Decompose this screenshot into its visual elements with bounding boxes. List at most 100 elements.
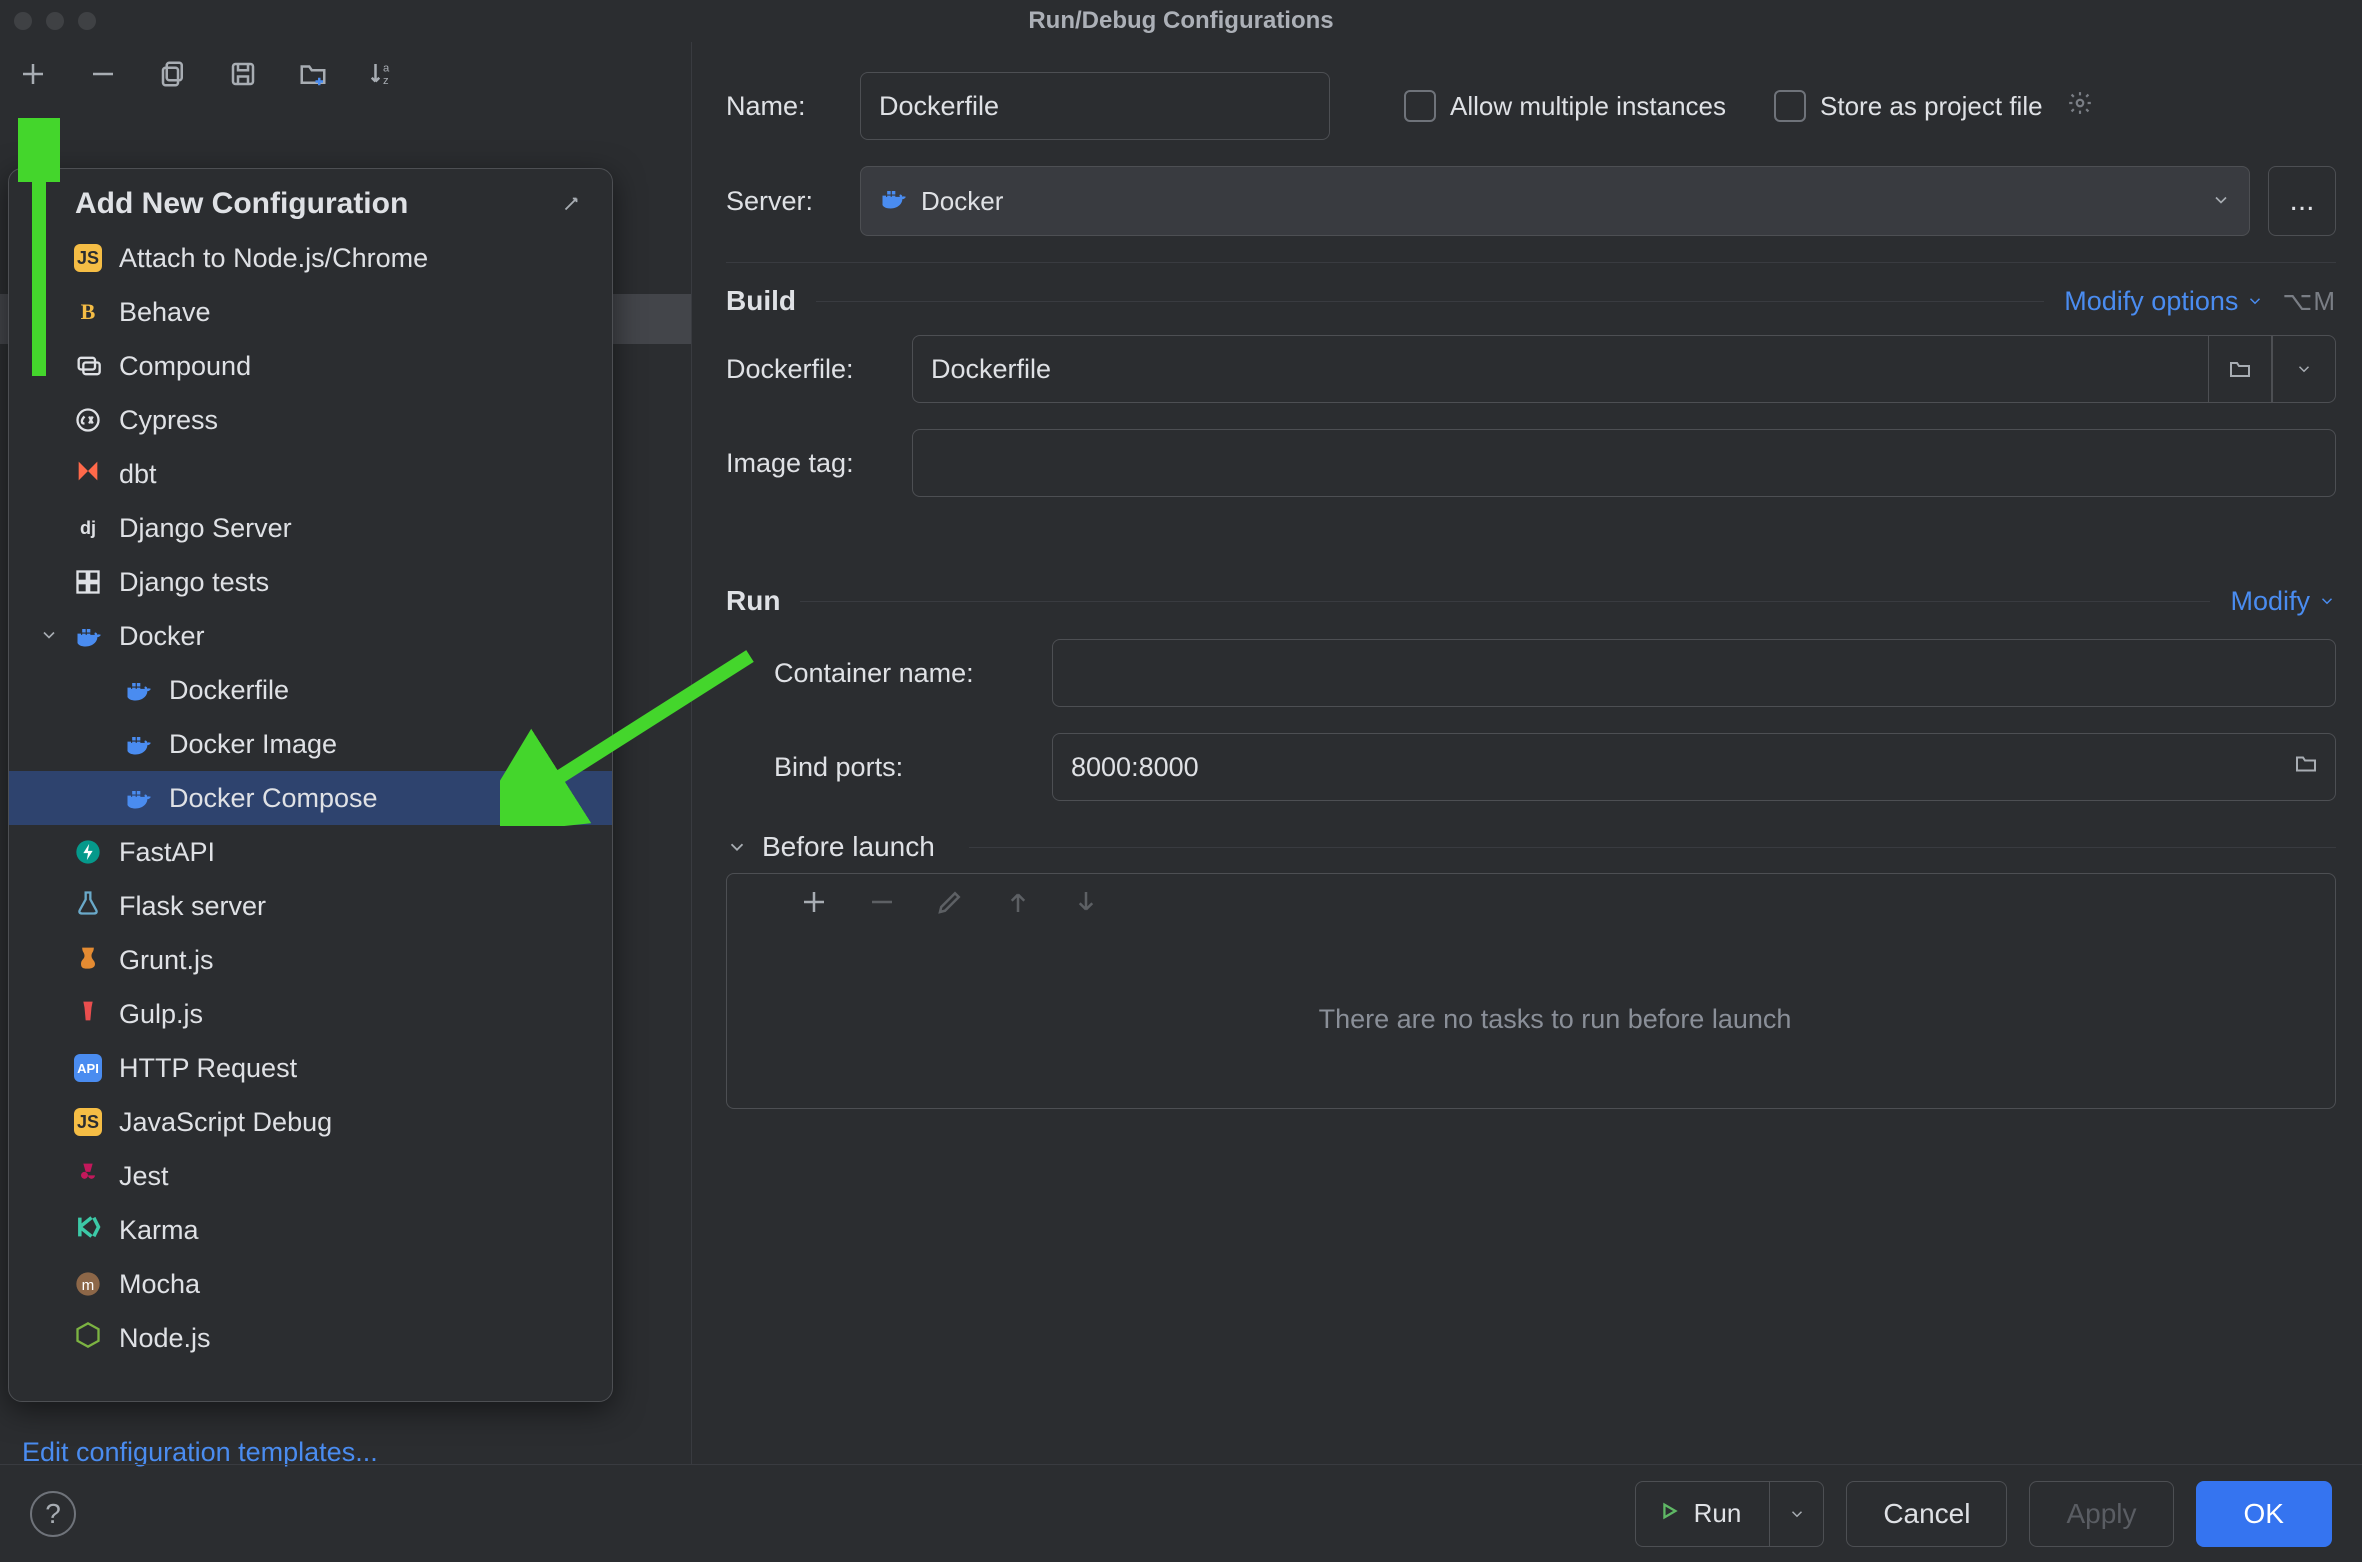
karma-icon	[73, 1215, 103, 1245]
run-title: Run	[726, 585, 780, 617]
popup-title: Add New Configuration	[75, 187, 408, 221]
cfg-item[interactable]: BBehave	[9, 285, 612, 339]
copy-config-icon[interactable]	[156, 57, 190, 91]
cfg-item-label: FastAPI	[119, 837, 215, 868]
svg-text:m: m	[82, 1277, 95, 1294]
add-configuration-popup: Add New Configuration JS Attach to Node.j…	[8, 168, 613, 1402]
svg-text:a: a	[383, 63, 390, 75]
remove-config-icon[interactable]	[86, 57, 120, 91]
form-panel: Name: Allow multiple instances Store as …	[692, 42, 2362, 1464]
cfg-item[interactable]: Django tests	[9, 555, 612, 609]
build-title: Build	[726, 285, 796, 317]
window-controls[interactable]	[14, 12, 96, 30]
cfg-item-label: Compound	[119, 351, 251, 382]
cfg-item[interactable]: Jest	[9, 1149, 612, 1203]
name-label: Name:	[726, 91, 860, 122]
cfg-item-label: Docker	[119, 621, 205, 652]
cfg-item[interactable]: Docker Compose	[9, 771, 612, 825]
cfg-item[interactable]: Cypress	[9, 393, 612, 447]
save-config-icon[interactable]	[226, 57, 260, 91]
cfg-item[interactable]: Node.js	[9, 1311, 612, 1365]
cfg-item[interactable]: JS Attach to Node.js/Chrome	[9, 231, 612, 285]
cfg-item[interactable]: Karma	[9, 1203, 612, 1257]
docker-icon	[123, 729, 153, 759]
cfg-item[interactable]: Dockerfile	[9, 663, 612, 717]
cfg-item[interactable]: Compound	[9, 339, 612, 393]
cfg-item[interactable]: Docker	[9, 609, 612, 663]
js-icon: JS	[73, 1107, 103, 1137]
zoom-window-icon[interactable]	[78, 12, 96, 30]
fastapi-icon	[73, 837, 103, 867]
image-tag-label: Image tag:	[726, 448, 912, 479]
cfg-item-label: Grunt.js	[119, 945, 214, 976]
before-launch-caret-icon[interactable]	[726, 836, 748, 858]
cfg-item[interactable]: JSJavaScript Debug	[9, 1095, 612, 1149]
cfg-item-label: Karma	[119, 1215, 199, 1246]
cfg-item[interactable]: dbt	[9, 447, 612, 501]
apply-button[interactable]: Apply	[2029, 1481, 2173, 1547]
titlebar: Run/Debug Configurations	[0, 0, 2362, 42]
before-edit-icon[interactable]	[933, 885, 967, 919]
cypress-icon	[73, 405, 103, 435]
docker-icon	[123, 783, 153, 813]
popup-list[interactable]: JS Attach to Node.js/Chrome BBehave Compoun…	[9, 231, 612, 1401]
modify-options-link[interactable]: Modify options	[2064, 286, 2264, 317]
close-window-icon[interactable]	[14, 12, 32, 30]
gear-icon[interactable]	[2067, 90, 2093, 123]
gulp-icon	[73, 999, 103, 1029]
play-icon	[1658, 1498, 1680, 1529]
cfg-item[interactable]: FastAPI	[9, 825, 612, 879]
name-input[interactable]	[860, 72, 1330, 140]
cfg-item[interactable]: Docker Image	[9, 717, 612, 771]
before-launch-title: Before launch	[762, 831, 935, 863]
run-dropdown-button[interactable]	[1770, 1481, 1824, 1547]
footer: ? Run Cancel Apply OK	[0, 1464, 2362, 1562]
cfg-item-label: HTTP Request	[119, 1053, 297, 1084]
image-tag-input[interactable]	[912, 429, 2336, 497]
bind-ports-browse-icon[interactable]	[2294, 752, 2318, 783]
dockerfile-input[interactable]	[912, 335, 2208, 403]
docker-icon	[123, 675, 153, 705]
ok-button[interactable]: OK	[2196, 1481, 2332, 1547]
before-down-icon[interactable]	[1069, 885, 1103, 919]
behave-icon: B	[73, 297, 103, 327]
cfg-item[interactable]: Gulp.js	[9, 987, 612, 1041]
before-up-icon[interactable]	[1001, 885, 1035, 919]
minimize-window-icon[interactable]	[46, 12, 64, 30]
cancel-button[interactable]: Cancel	[1846, 1481, 2007, 1547]
store-project-label: Store as project file	[1820, 91, 2043, 122]
store-project-checkbox[interactable]	[1774, 90, 1806, 122]
dockerfile-browse-icon[interactable]	[2208, 335, 2272, 403]
folder-config-icon[interactable]	[296, 57, 330, 91]
server-select[interactable]: Docker	[860, 166, 2250, 236]
cfg-item[interactable]: Flask server	[9, 879, 612, 933]
js-icon: JS	[73, 243, 103, 273]
cfg-item[interactable]: mMocha	[9, 1257, 612, 1311]
before-add-icon[interactable]	[797, 885, 831, 919]
cfg-item-label: Attach to Node.js/Chrome	[119, 243, 428, 274]
cfg-item[interactable]: djDjango Server	[9, 501, 612, 555]
sort-config-icon[interactable]: az	[366, 57, 400, 91]
before-remove-icon[interactable]	[865, 885, 899, 919]
server-more-button[interactable]: ...	[2268, 166, 2336, 236]
add-config-icon[interactable]	[16, 57, 50, 91]
cfg-item[interactable]: Grunt.js	[9, 933, 612, 987]
http-icon: API	[73, 1053, 103, 1083]
dockerfile-label: Dockerfile:	[726, 354, 912, 385]
container-name-input[interactable]	[1052, 639, 2336, 707]
server-value: Docker	[921, 186, 1003, 217]
cfg-item-label: Django tests	[119, 567, 269, 598]
window-title: Run/Debug Configurations	[0, 7, 2362, 35]
allow-multi-checkbox[interactable]	[1404, 90, 1436, 122]
dockerfile-dropdown-icon[interactable]	[2272, 335, 2336, 403]
popup-close-icon[interactable]	[552, 189, 590, 219]
modify-link[interactable]: Modify	[2230, 586, 2336, 617]
compound-icon	[73, 351, 103, 381]
cfg-item-label: Django Server	[119, 513, 292, 544]
before-launch-box: There are no tasks to run before launch	[726, 873, 2336, 1109]
grunt-icon	[73, 945, 103, 975]
help-button[interactable]: ?	[30, 1491, 76, 1537]
cfg-item[interactable]: API HTTP Request	[9, 1041, 612, 1095]
run-button[interactable]: Run	[1635, 1481, 1771, 1547]
bind-ports-input[interactable]	[1052, 733, 2336, 801]
